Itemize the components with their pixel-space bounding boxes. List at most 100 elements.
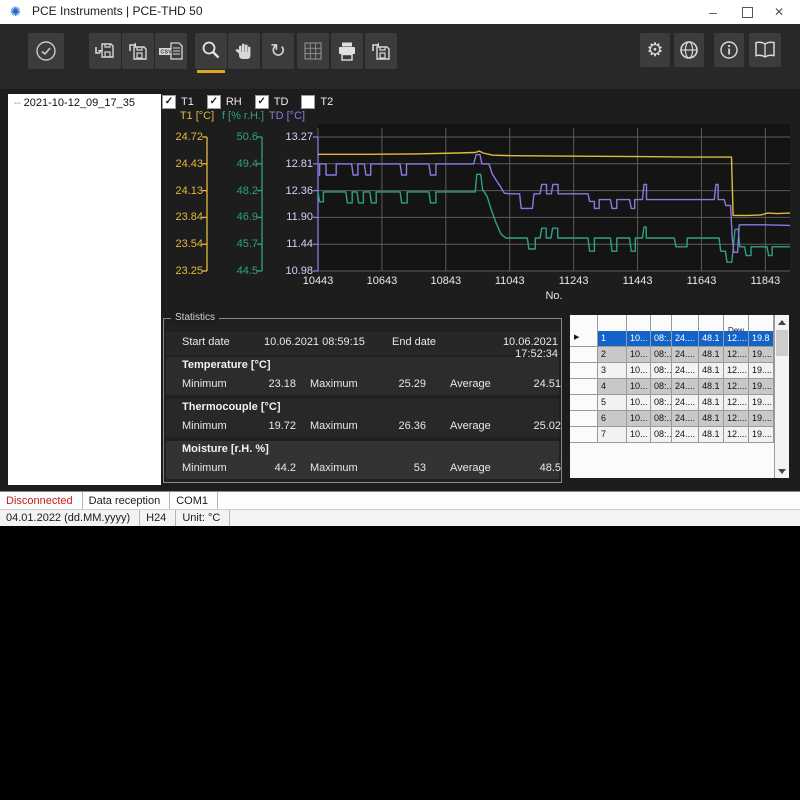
x-tick-label: 11243 [551, 275, 597, 287]
table-cell[interactable]: 48.1 [699, 427, 724, 443]
language-button[interactable] [674, 33, 704, 67]
tree-item-measurement[interactable]: --2021-10-12_09_17_35 [8, 94, 161, 109]
table-cell[interactable]: 10... [627, 379, 651, 395]
table-cell[interactable]: 08:... [651, 347, 672, 363]
y-tick-label: 50.6 [212, 131, 258, 143]
import-data-button[interactable] [89, 33, 121, 69]
table-cell[interactable]: 48.1 [699, 347, 724, 363]
close-button[interactable]: ✕ [762, 0, 796, 24]
y-tick-label: 24.43 [160, 158, 203, 170]
chart-area: ✓T1✓RH✓TDT2 T1 [°C] f [% r.H.] TD [°C] 2… [162, 94, 795, 316]
status-bar: Disconnected Data reception COM1 [0, 491, 800, 509]
y-tick-label: 11.44 [265, 238, 313, 250]
row-selector-cell[interactable] [570, 379, 598, 395]
x-tick-label: 10643 [359, 275, 405, 287]
table-cell[interactable]: 10... [627, 347, 651, 363]
grid-view-button[interactable] [297, 33, 329, 69]
save-data-button[interactable] [122, 33, 154, 69]
row-marker-icon[interactable]: ▶ [570, 331, 598, 347]
com-port-status: COM1 [170, 492, 218, 509]
table-cell[interactable]: 48.1 [699, 379, 724, 395]
table-cell[interactable]: 08:... [651, 395, 672, 411]
table-cell[interactable]: 48.1 [699, 331, 724, 347]
measurement-tree: --2021-10-12_09_17_35 [8, 94, 161, 485]
table-cell[interactable]: 12.... [724, 379, 749, 395]
table-cell[interactable]: 10... [627, 331, 651, 347]
table-cell[interactable]: 19.... [749, 363, 774, 379]
row-selector-cell[interactable] [570, 363, 598, 379]
stats-section-moisture: Moisture [r.H. %] Minimum 44.2 Maximum 5… [166, 441, 559, 479]
table-cell[interactable]: 12.... [724, 427, 749, 443]
table-cell[interactable]: 24.... [672, 347, 699, 363]
y-tick-label: 12.81 [265, 158, 313, 170]
table-cell[interactable]: 2 [598, 347, 627, 363]
table-cell[interactable]: 5 [598, 395, 627, 411]
table-cell[interactable]: 19.... [749, 379, 774, 395]
table-cell[interactable]: 12.... [724, 363, 749, 379]
row-selector-cell[interactable] [570, 395, 598, 411]
scroll-down-icon[interactable] [775, 464, 789, 478]
maximize-button[interactable] [730, 0, 764, 24]
zoom-tool-button[interactable] [195, 33, 227, 69]
info-button[interactable] [714, 33, 744, 67]
table-cell[interactable]: 12.... [724, 331, 749, 347]
avg-value: 25.02 [486, 420, 561, 432]
row-selector-cell[interactable] [570, 411, 598, 427]
y-tick-label: 23.25 [160, 265, 203, 277]
table-cell[interactable]: 24.... [672, 411, 699, 427]
check-circle-icon [34, 39, 58, 63]
table-cell[interactable]: 48.1 [699, 363, 724, 379]
clock-format-status: H24 [140, 510, 176, 526]
section-title: Moisture [r.H. %] [182, 443, 269, 455]
table-cell[interactable]: 19.... [749, 411, 774, 427]
table-cell[interactable]: 24.... [672, 395, 699, 411]
table-cell[interactable]: 1 [598, 331, 627, 347]
section-title: Temperature [°C] [182, 359, 271, 371]
table-cell[interactable]: 19.8 [749, 331, 774, 347]
reset-zoom-button[interactable]: ↻ [262, 33, 294, 69]
table-cell[interactable]: 19.... [749, 347, 774, 363]
table-cell[interactable]: 48.1 [699, 411, 724, 427]
row-selector-cell[interactable] [570, 347, 598, 363]
toolbar: CSV ↻ [0, 24, 800, 89]
table-cell[interactable]: 7 [598, 427, 627, 443]
table-cell[interactable]: 19.... [749, 395, 774, 411]
manual-button[interactable] [749, 33, 781, 67]
table-cell[interactable]: 10... [627, 363, 651, 379]
table-cell[interactable]: 3 [598, 363, 627, 379]
y-tick-label: 45.7 [212, 238, 258, 250]
table-cell[interactable]: 08:... [651, 379, 672, 395]
scrollbar-thumb[interactable] [776, 330, 788, 356]
table-cell[interactable]: 08:... [651, 331, 672, 347]
table-cell[interactable]: 10... [627, 395, 651, 411]
table-cell[interactable]: 4 [598, 379, 627, 395]
table-cell[interactable]: 24.... [672, 427, 699, 443]
table-cell[interactable]: 12.... [724, 411, 749, 427]
table-cell[interactable]: 08:... [651, 427, 672, 443]
max-value: 25.29 [351, 378, 426, 390]
save-graphic-button[interactable] [365, 33, 397, 69]
table-cell[interactable]: 08:... [651, 411, 672, 427]
pan-tool-button[interactable] [228, 33, 260, 69]
table-cell[interactable]: 24.... [672, 331, 699, 347]
minimize-button[interactable]: – [696, 0, 730, 24]
table-cell[interactable]: 12.... [724, 395, 749, 411]
table-cell[interactable]: 10... [627, 427, 651, 443]
table-cell[interactable]: 6 [598, 411, 627, 427]
table-cell[interactable]: 48.1 [699, 395, 724, 411]
table-cell[interactable]: 19.... [749, 427, 774, 443]
table-cell[interactable]: 12.... [724, 347, 749, 363]
table-cell[interactable]: 10... [627, 411, 651, 427]
table-scrollbar[interactable] [774, 315, 789, 478]
y-tick-label: 23.54 [160, 238, 203, 250]
scroll-up-icon[interactable] [775, 315, 789, 329]
table-cell[interactable]: 24.... [672, 363, 699, 379]
row-selector-cell[interactable] [570, 427, 598, 443]
connect-button[interactable] [28, 33, 64, 69]
print-button[interactable] [331, 33, 363, 69]
table-cell[interactable]: 24.... [672, 379, 699, 395]
min-value: 44.2 [226, 462, 296, 474]
table-cell[interactable]: 08:... [651, 363, 672, 379]
export-csv-button[interactable]: CSV [155, 33, 187, 69]
settings-button[interactable]: ⚙ [640, 33, 670, 67]
